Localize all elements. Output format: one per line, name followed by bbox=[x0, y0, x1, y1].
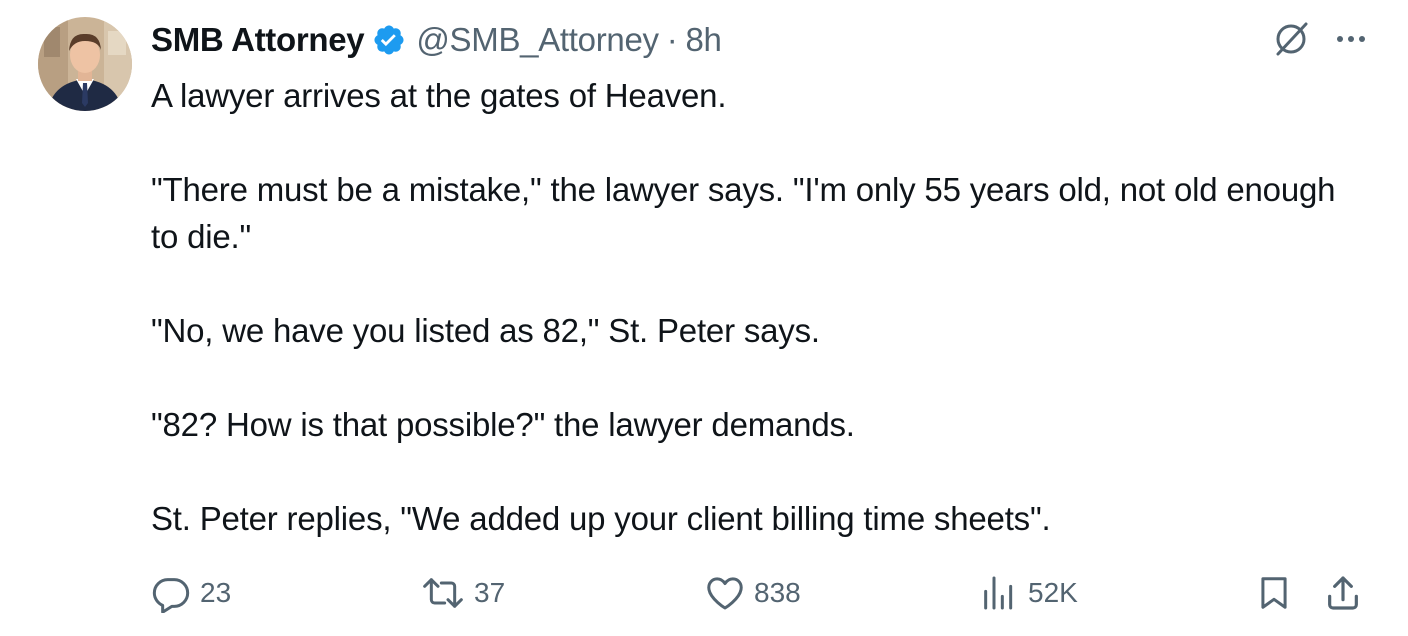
tweet-text: A lawyer arrives at the gates of Heaven.… bbox=[151, 72, 1366, 542]
tweet-actions: 23 37 838 52K bbox=[151, 570, 1371, 616]
retweet-icon bbox=[421, 573, 465, 613]
like-count: 838 bbox=[754, 577, 801, 608]
share-button[interactable] bbox=[1323, 570, 1363, 616]
separator-dot: · bbox=[666, 21, 678, 58]
verified-badge-icon[interactable] bbox=[372, 23, 406, 57]
tweet-paragraph: "There must be a mistake," the lawyer sa… bbox=[151, 171, 1336, 255]
views-button[interactable]: 52K bbox=[979, 570, 1078, 616]
display-name[interactable]: SMB Attorney bbox=[151, 21, 365, 59]
timestamp[interactable]: 8h bbox=[685, 21, 721, 59]
tweet-paragraph: "No, we have you listed as 82," St. Pete… bbox=[151, 312, 820, 349]
reply-icon bbox=[151, 573, 191, 613]
avatar[interactable] bbox=[38, 17, 132, 111]
retweet-button[interactable]: 37 bbox=[421, 570, 505, 616]
heart-icon bbox=[705, 573, 745, 613]
views-count: 52K bbox=[1028, 577, 1078, 608]
author-handle[interactable]: @SMB_Attorney bbox=[416, 21, 659, 59]
slashed-circle-icon[interactable] bbox=[1270, 18, 1312, 60]
tweet-paragraph: "82? How is that possible?" the lawyer d… bbox=[151, 406, 855, 443]
tweet-top-actions bbox=[1270, 18, 1368, 60]
avatar-image bbox=[38, 17, 132, 111]
views-icon bbox=[979, 573, 1019, 613]
tweet-paragraph: A lawyer arrives at the gates of Heaven. bbox=[151, 77, 727, 114]
tweet-paragraph: St. Peter replies, "We added up your cli… bbox=[151, 500, 1051, 537]
more-icon[interactable] bbox=[1334, 22, 1368, 56]
retweet-count: 37 bbox=[474, 577, 506, 608]
share-icon bbox=[1323, 573, 1363, 613]
bookmark-icon bbox=[1255, 573, 1293, 613]
like-button[interactable]: 838 bbox=[705, 570, 801, 616]
reply-button[interactable]: 23 bbox=[151, 570, 231, 616]
tweet-header: SMB Attorney @SMB_Attorney · 8h bbox=[151, 16, 722, 64]
reply-count: 23 bbox=[200, 577, 232, 608]
bookmark-button[interactable] bbox=[1255, 570, 1293, 616]
